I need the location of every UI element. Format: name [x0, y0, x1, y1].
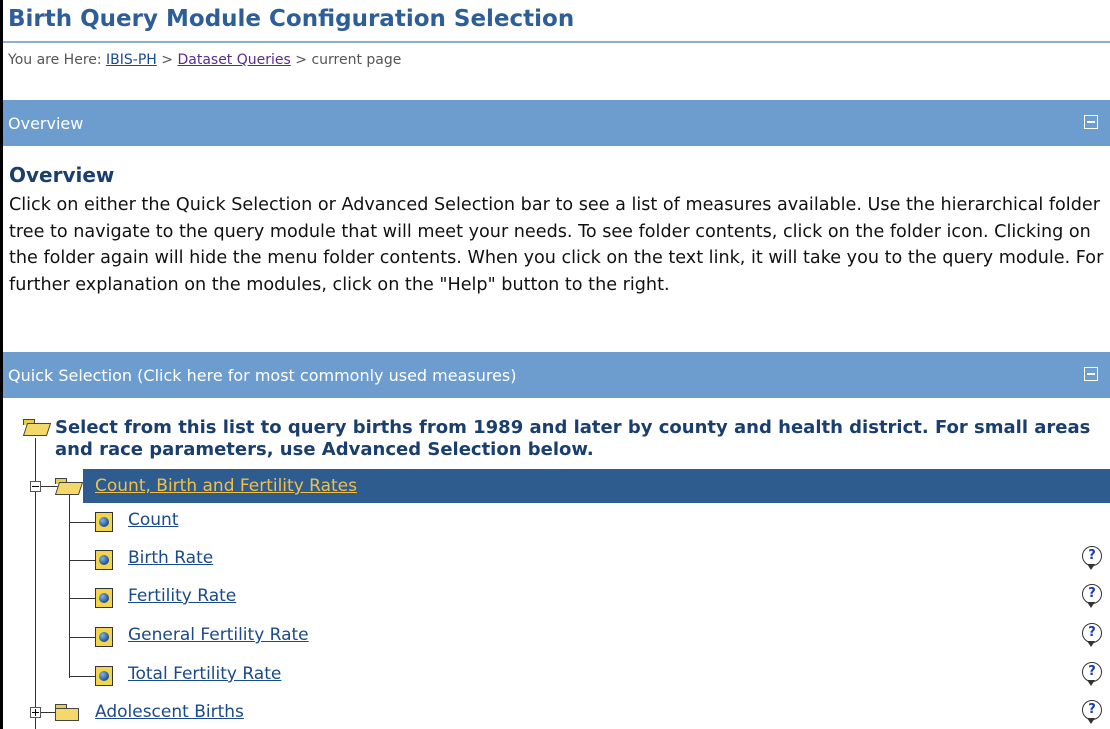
quick-selection-bar[interactable]: Quick Selection (Click here for most com… [3, 352, 1110, 398]
overview-text: Click on either the Quick Selection or A… [9, 195, 1104, 296]
root-folder-icon [23, 419, 47, 435]
breadcrumb-link-ibis-ph[interactable]: IBIS-PH [106, 52, 157, 68]
tree-line [69, 522, 95, 523]
folder-adolescent-births[interactable]: Adolescent Births [95, 702, 244, 722]
help-icon[interactable]: ? [1082, 623, 1102, 647]
tree-item-birth-rate[interactable]: Birth Rate [128, 548, 213, 568]
overview-bar-label: Overview [8, 113, 84, 133]
page-icon [95, 627, 113, 647]
help-icon[interactable]: ? [1082, 700, 1102, 724]
folder-open-icon[interactable] [55, 478, 79, 494]
expand-node-icon[interactable] [30, 707, 41, 718]
page-title: Birth Query Module Configuration Selecti… [8, 6, 575, 32]
page-icon [95, 588, 113, 608]
tree-item-total-fertility-rate[interactable]: Total Fertility Rate [128, 664, 281, 684]
tree-item-general-fertility-rate[interactable]: General Fertility Rate [128, 625, 309, 645]
collapse-icon[interactable] [1084, 115, 1098, 129]
page-icon [95, 666, 113, 686]
tree-item-count[interactable]: Count [128, 510, 179, 530]
folder-count-birth-fertility-rates[interactable]: Count, Birth and Fertility Rates [95, 476, 357, 496]
breadcrumb: You are Here: IBIS-PH > Dataset Queries … [8, 52, 401, 68]
page-icon [95, 512, 113, 532]
help-icon[interactable]: ? [1082, 584, 1102, 608]
tree-line [69, 560, 95, 561]
page-icon [95, 550, 113, 570]
folder-closed-icon[interactable] [55, 704, 79, 721]
tree-line [69, 676, 95, 677]
breadcrumb-link-dataset-queries[interactable]: Dataset Queries [177, 52, 290, 68]
help-icon[interactable]: ? [1082, 662, 1102, 686]
overview-bar[interactable]: Overview [3, 100, 1110, 146]
collapse-icon[interactable] [1084, 367, 1098, 381]
help-icon[interactable]: ? [1082, 546, 1102, 570]
title-divider [3, 41, 1110, 43]
breadcrumb-prefix: You are Here: [8, 52, 102, 68]
breadcrumb-separator: > [161, 52, 174, 68]
tree-item-fertility-rate[interactable]: Fertility Rate [128, 586, 236, 606]
breadcrumb-current: > current page [295, 52, 402, 68]
quick-selection-bar-label: Quick Selection (Click here for most com… [8, 365, 517, 385]
overview-heading: Overview [9, 163, 115, 187]
tree-line [69, 598, 95, 599]
tree-line [69, 637, 95, 638]
collapse-node-icon[interactable] [30, 481, 41, 492]
tree-heading: Select from this list to query births fr… [55, 417, 1091, 460]
page: Birth Query Module Configuration Selecti… [0, 0, 1110, 729]
